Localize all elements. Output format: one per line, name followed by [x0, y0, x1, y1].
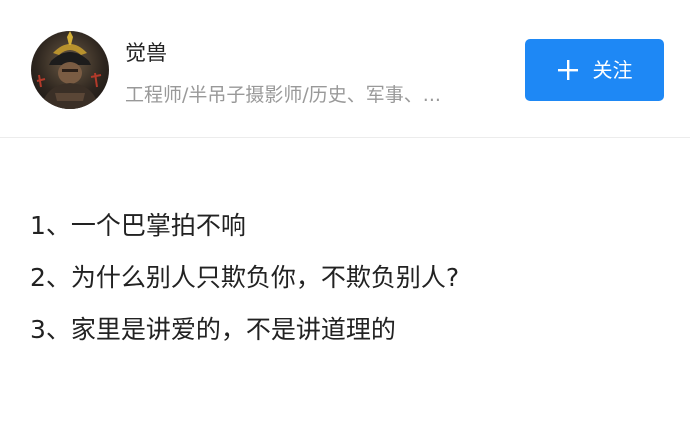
- plus-icon: [557, 59, 579, 81]
- author-bar: 觉兽 工程师/半吊子摄影师/历史、军事、... 关注: [0, 0, 690, 138]
- follow-label: 关注: [592, 58, 633, 82]
- author-name[interactable]: 觉兽: [125, 40, 167, 66]
- content-line: 2、为什么别人只欺负你，不欺负别人?: [30, 263, 460, 292]
- answer-content: 1、一个巴掌拍不响 2、为什么别人只欺负你，不欺负别人? 3、家里是讲爱的，不是…: [30, 200, 670, 356]
- content-line: 3、家里是讲爱的，不是讲道理的: [30, 315, 396, 344]
- avatar-image: [36, 31, 102, 109]
- author-avatar[interactable]: [31, 31, 109, 109]
- answer-page: 觉兽 工程师/半吊子摄影师/历史、军事、... 关注 1、一个巴掌拍不响 2、为…: [0, 0, 690, 422]
- follow-button[interactable]: 关注: [525, 39, 664, 101]
- author-description: 工程师/半吊子摄影师/历史、军事、...: [125, 84, 441, 106]
- content-line: 1、一个巴掌拍不响: [30, 211, 246, 240]
